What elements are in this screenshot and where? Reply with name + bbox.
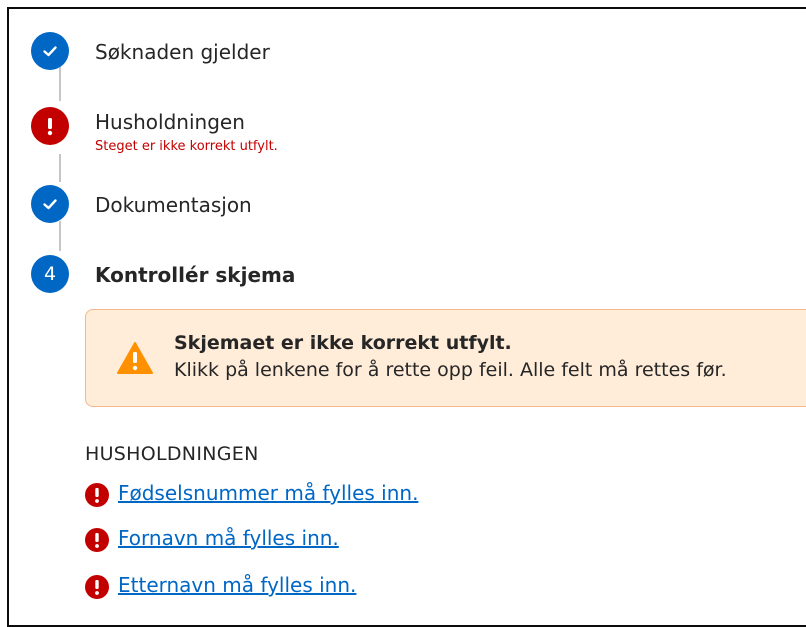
step-title: Dokumentasjon (95, 193, 252, 217)
error-link[interactable]: Fødselsnummer må fylles inn. (118, 481, 418, 505)
step-current-circle: 4 (31, 255, 69, 293)
error-section-heading: HUSHOLDNINGEN (85, 443, 259, 465)
step-number: 4 (43, 263, 57, 285)
screenshot-frame: Søknaden gjelder Husholdningen Steget er… (7, 7, 806, 627)
warning-icon (117, 342, 153, 374)
step-title: Søknaden gjelder (95, 40, 270, 64)
error-icon (85, 483, 109, 507)
error-icon (85, 575, 109, 599)
step-title: Husholdningen (95, 110, 245, 134)
check-icon (43, 199, 57, 210)
error-link[interactable]: Fornavn må fylles inn. (118, 526, 339, 550)
step-done-circle (31, 185, 69, 223)
step-connector (59, 154, 61, 182)
step-error-message: Steget er ikke korrekt utfylt. (95, 139, 278, 154)
warning-alert: Skjemaet er ikke korrekt utfylt. Klikk p… (85, 309, 806, 407)
step-done-circle (31, 32, 69, 70)
error-link[interactable]: Etternavn må fylles inn. (118, 573, 356, 597)
alert-title: Skjemaet er ikke korrekt utfylt. (174, 332, 512, 354)
step-connector (59, 221, 61, 251)
step-connector (59, 67, 61, 101)
step-error-circle (31, 107, 69, 145)
step-title: Kontrollér skjema (95, 263, 296, 287)
exclamation-icon (47, 118, 53, 136)
error-icon (85, 528, 109, 552)
check-icon (43, 46, 57, 57)
alert-text: Klikk på lenkene for å rette opp feil. A… (174, 359, 727, 381)
